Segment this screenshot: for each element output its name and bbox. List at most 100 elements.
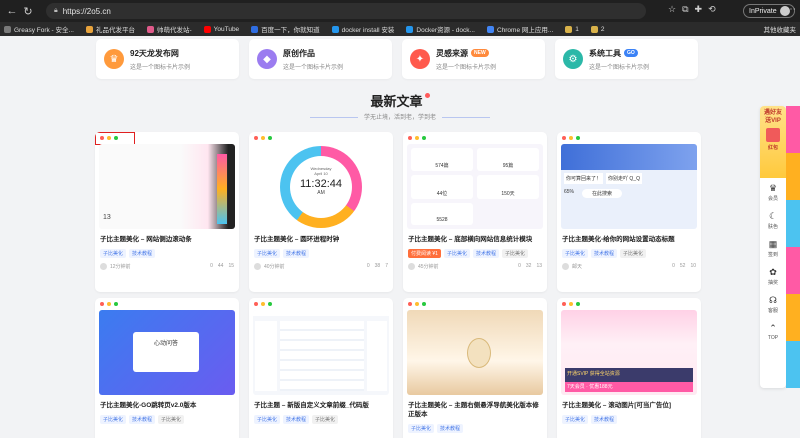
bookmark-icon [146, 25, 154, 33]
tag-list: 子比美化 技术教程 子比美化 [557, 244, 701, 258]
article-title[interactable]: 子比主题美化 – 滚动图片[可当广告位] [557, 395, 701, 410]
bookmark-item[interactable]: Greasy Fork - 安全... [4, 24, 74, 34]
address-bar[interactable]: 🔒︎ https://2o5.cn [46, 3, 646, 19]
article-title[interactable]: 子比主题 – 新版自定义文章前缀_代码版 [249, 395, 393, 410]
extensions-icon[interactable]: ✚ [695, 4, 703, 15]
card-meta: 40分钟前 0 38 7 [249, 258, 393, 270]
like-count: 13 [536, 263, 542, 269]
article-card[interactable]: 心动问答 子比主题美化-GO跳转页v2.0版本 子比美化 技术教程 子比美化 [95, 298, 239, 438]
bookmark-icon [251, 25, 259, 33]
red-envelope-icon [766, 128, 780, 142]
bookmark-item[interactable]: Chrome 网上应用... [486, 24, 553, 34]
favorites-icon[interactable]: ☆ [668, 4, 676, 15]
bookmark-item[interactable]: YouTube [203, 25, 239, 33]
card-meta: 邮天 0 52 10 [557, 258, 701, 270]
vip-promo[interactable]: 遇好友送VIP 红包 [760, 106, 786, 178]
tag[interactable]: 子比美化 [562, 415, 589, 424]
feature-card[interactable]: ♛ 92天龙发布网 这是一个图标卡片示例 [96, 39, 239, 79]
tag-list: 子比美化 技术教程 [249, 244, 393, 258]
tag[interactable]: 技术教程 [129, 415, 156, 424]
toolbar-item-抽奖[interactable]: ✿ 抽奖 [760, 262, 786, 290]
tag[interactable]: 技术教程 [591, 249, 618, 258]
feature-card[interactable]: ◆ 原创作品 这是一个图标卡片示例 [249, 39, 392, 79]
bookmark-item[interactable]: Docker资源 - dock... [406, 24, 475, 34]
article-card[interactable]: 子比主题 – 新版自定义文章前缀_代码版 子比美化 技术教程 子比美化 [249, 298, 393, 438]
floating-toolbar: 遇好友送VIP 红包 ♛ 会员 ☾ 肤色 ▦ 签到 ✿ 抽奖 ☊ 客服 ⌃ TOP [760, 106, 786, 388]
bookmark-icon [85, 25, 93, 33]
tag-list: 付费阅读 ¥1 子比美化 技术教程 子比美化 [403, 244, 547, 258]
feature-card[interactable]: ⚙ 系统工具 GO 这是一个图标卡片示例 [555, 39, 698, 79]
more-menu-icon[interactable]: ⋯ [786, 4, 796, 15]
article-card[interactable]: 13 子比主题美化 – 网站侧边滚动条 子比美化 技术教程 12分钟前 0 44 15 [95, 132, 239, 292]
article-title[interactable]: 子比主题美化 – 圆环进程时钟 [249, 229, 393, 244]
tag[interactable]: 技术教程 [129, 249, 156, 258]
bookmark-item[interactable]: 礼品代发平台 [85, 24, 135, 34]
card-meta: 45分钟前 0 32 13 [403, 258, 547, 270]
tag-list: 子比美化 技术教程 [557, 410, 701, 424]
browser-titlebar: ← ↻ 🔒︎ https://2o5.cn ☆ ⧉ ✚ ⟲ InPrivate … [0, 0, 800, 22]
section-title: 最新文章 [0, 91, 800, 110]
tag[interactable]: 子比美化 [620, 249, 647, 258]
tag[interactable]: 子比美化 [562, 249, 589, 258]
toolbar-item-会员[interactable]: ♛ 会员 [760, 178, 786, 206]
tag[interactable]: 子比美化 [254, 415, 281, 424]
avatar [562, 263, 569, 270]
bookmark-item[interactable]: 百度一下，你就知道 [251, 24, 320, 34]
article-title[interactable]: 子比主题美化-GO跳转页v2.0版本 [95, 395, 239, 410]
toolbar-item-TOP[interactable]: ⌃ TOP [760, 318, 786, 346]
bookmark-icon [331, 25, 339, 33]
calendar-icon: ▦ [768, 238, 778, 249]
article-card[interactable]: 开通SVIP 获得全站资源 7天会员 · 优惠188元 子比主题美化 – 滚动图片[… [557, 298, 701, 438]
lock-icon: 🔒︎ [54, 7, 58, 14]
feature-badge: NEW [471, 49, 489, 58]
window-dots [95, 298, 239, 310]
tag-list: 子比美化 技术教程 子比美化 [249, 410, 393, 424]
tag[interactable]: 子比美化 [100, 249, 127, 258]
tag[interactable]: 技术教程 [472, 249, 499, 258]
page-content: ♛ 92天龙发布网 这是一个图标卡片示例 ◆ 原创作品 这是一个图标卡片示例 ✦ 灵感来源 NE… [0, 36, 800, 438]
avatar [408, 263, 415, 270]
collections-icon[interactable]: ⧉ [682, 4, 688, 15]
article-title[interactable]: 子比主题美化 – 网站侧边滚动条 [95, 229, 239, 244]
tools-icon: ⚙ [563, 49, 583, 69]
paid-badge[interactable]: 付费阅读 ¥1 [408, 249, 441, 258]
tag[interactable]: 技术教程 [283, 249, 310, 258]
other-bookmarks[interactable]: 其他收藏夹 [764, 22, 797, 36]
bookmark-item[interactable]: 帅萌代发站- [146, 24, 192, 34]
window-dots [403, 132, 547, 144]
like-count: 7 [385, 263, 388, 269]
feature-card[interactable]: ✦ 灵感来源 NEW 这是一个图标卡片示例 [402, 39, 545, 79]
tag[interactable]: 子比美化 [254, 249, 281, 258]
tag[interactable]: 子比美化 [501, 249, 528, 258]
article-title[interactable]: 子比主题美化 – 主题右侧悬浮导航美化版本修正版本 [403, 395, 547, 419]
gift-icon: ✿ [769, 266, 777, 277]
history-icon[interactable]: ⟲ [708, 4, 716, 15]
back-icon[interactable]: ← [4, 3, 20, 19]
article-title[interactable]: 子比主题美化-给你的网站设置动态标题 [557, 229, 701, 244]
window-dots [249, 132, 393, 144]
tag[interactable]: 技术教程 [591, 415, 618, 424]
bookmark-icon [406, 25, 414, 33]
article-card[interactable]: 子比主题美化 – 主题右侧悬浮导航美化版本修正版本子比美化 技术教程 [403, 298, 547, 438]
bookmark-item[interactable]: 2 [590, 25, 605, 33]
window-dots [557, 298, 701, 310]
tag[interactable]: 技术教程 [283, 415, 310, 424]
tag[interactable]: 子比美化 [408, 424, 435, 433]
article-card[interactable]: 你可算回来了！ 你别走吖 Q_Q 65% 在此搜索 子比主题美化-给你的网站设置动态标题… [557, 132, 701, 292]
bookmark-item[interactable]: docker install 安装 [331, 24, 394, 34]
toolbar-item-肤色[interactable]: ☾ 肤色 [760, 206, 786, 234]
toolbar-item-签到[interactable]: ▦ 签到 [760, 234, 786, 262]
bookmark-icon [565, 25, 573, 33]
bookmark-item[interactable]: 1 [565, 25, 579, 33]
refresh-icon[interactable]: ↻ [20, 3, 36, 19]
tag[interactable]: 子比美化 [158, 415, 185, 424]
article-title[interactable]: 子比主题美化 – 底部横向网站信息统计模块 [403, 229, 547, 244]
toolbar-item-客服[interactable]: ☊ 客服 [760, 290, 786, 318]
tag[interactable]: 技术教程 [437, 424, 464, 433]
tag[interactable]: 子比美化 [443, 249, 470, 258]
article-card[interactable]: Wednesday April 10 11:32:44 AM 子比主题美化 – 圆环进程… [249, 132, 393, 292]
tag[interactable]: 子比美化 [100, 415, 127, 424]
bookmark-icon [4, 25, 11, 33]
tag[interactable]: 子比美化 [312, 415, 339, 424]
article-card[interactable]: 574篇 95篇 44位 150天 5528 子比主题美化 – 底部横向网站信息统计模块付… [403, 132, 547, 292]
